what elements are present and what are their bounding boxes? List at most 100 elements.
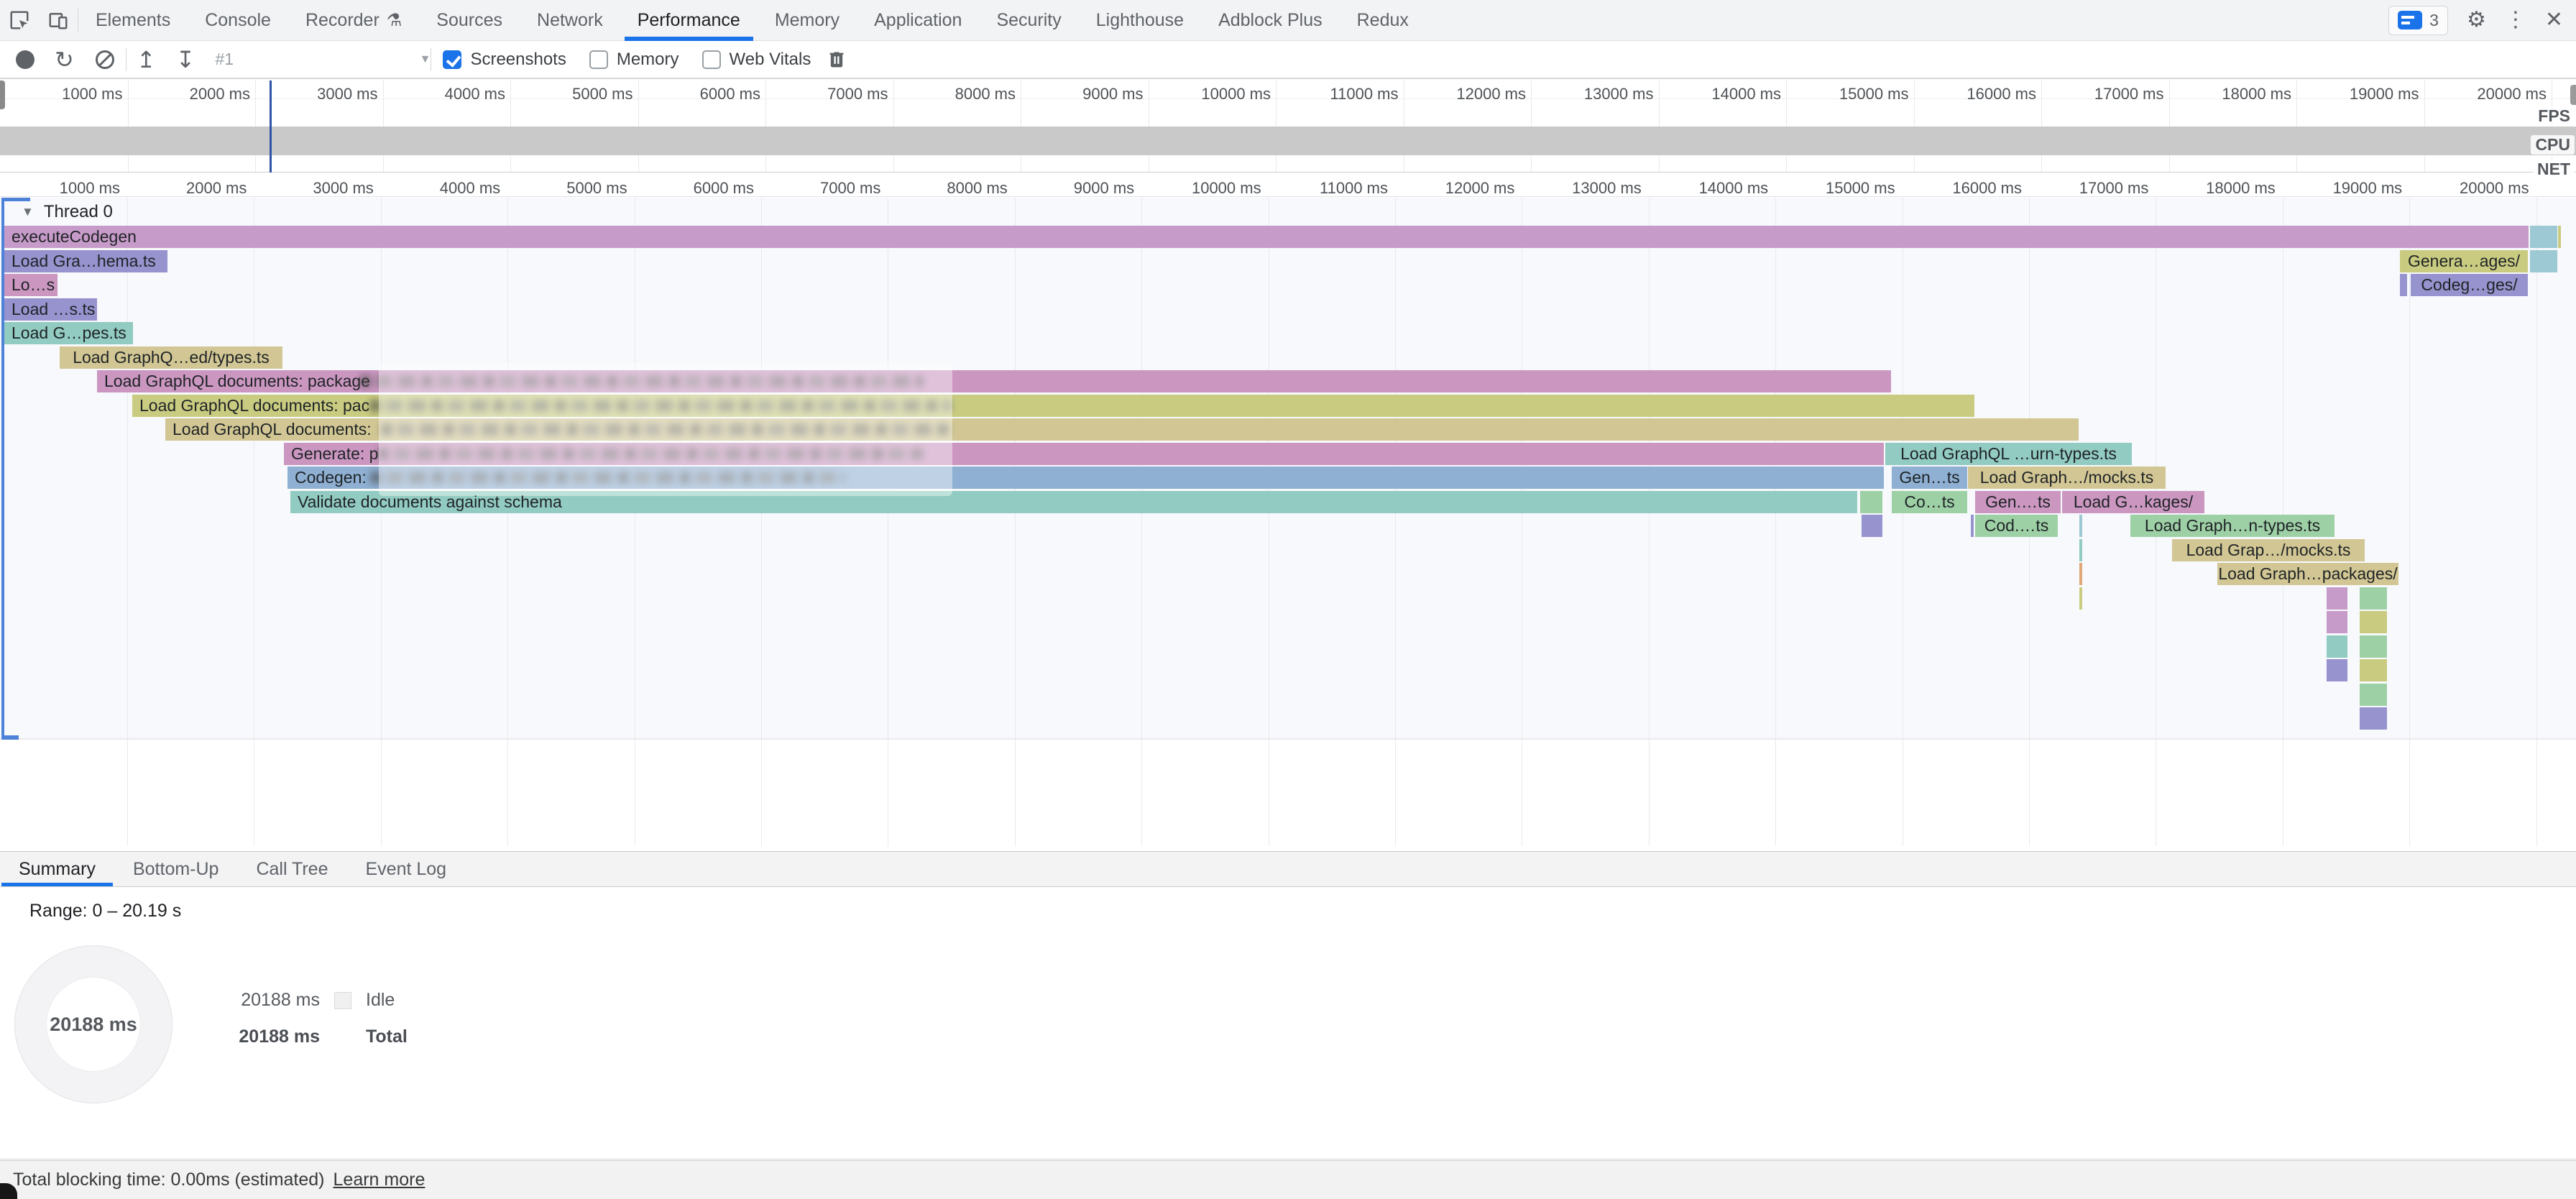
issues-button[interactable]: 3 xyxy=(2388,6,2448,35)
lane-label-fps: FPS xyxy=(2534,106,2575,126)
flame-bar-load-g-pes-ts[interactable]: Load G…pes.ts xyxy=(4,322,133,344)
flame-bar[interactable] xyxy=(2327,587,2347,610)
timeline-overview[interactable]: 1000 ms2000 ms3000 ms4000 ms5000 ms6000 … xyxy=(0,79,2576,178)
legend-swatch xyxy=(334,992,351,1009)
inspect-element-icon[interactable] xyxy=(0,1,39,40)
close-devtools-icon[interactable]: ✕ xyxy=(2545,9,2563,31)
clear-recording-icon[interactable] xyxy=(96,50,114,69)
flame-bar-load-graphql-documents-package[interactable]: Load GraphQL documents: package xyxy=(97,370,1891,392)
tab-label: Lighthouse xyxy=(1096,10,1184,31)
flame-bar-lo-s[interactable]: Lo…s xyxy=(4,274,58,296)
flame-bar-load-g-kages[interactable]: Load G…kages/ xyxy=(2062,491,2204,513)
tab-label: Redux xyxy=(1357,10,1409,31)
flame-bar-label: Load Graph…n-types.ts xyxy=(2145,516,2320,535)
flame-bar[interactable] xyxy=(2360,684,2387,706)
flask-icon: ⚗ xyxy=(387,10,402,31)
tab-recorder[interactable]: Recorder⚗ xyxy=(288,0,419,41)
flame-bar-cod-ts[interactable]: Cod.…ts xyxy=(1975,515,2058,537)
tab-security[interactable]: Security xyxy=(979,0,1078,41)
flame-bar[interactable] xyxy=(1971,515,1974,537)
details-tab-call-tree[interactable]: Call Tree xyxy=(237,852,346,886)
reload-and-record-icon[interactable]: ↻ xyxy=(55,48,74,71)
flame-bar-codeg-ges[interactable]: Codeg…ges/ xyxy=(2411,274,2528,296)
flame-bar-gen-ts[interactable]: Gen…ts xyxy=(1892,467,1967,489)
tab-console[interactable]: Console xyxy=(188,0,288,41)
flame-bar[interactable] xyxy=(2327,659,2347,681)
load-profile-icon[interactable]: ↥ xyxy=(137,48,156,71)
tab-network[interactable]: Network xyxy=(520,0,620,41)
checkbox-web-vitals[interactable]: Web Vitals xyxy=(702,50,811,70)
flame-bar[interactable] xyxy=(2079,515,2082,537)
overview-tick-label: 10000 ms xyxy=(1127,85,1271,104)
flame-bar-load-graph-n-types-ts[interactable]: Load Graph…n-types.ts xyxy=(2130,515,2334,537)
flame-bar[interactable] xyxy=(2360,635,2387,658)
tab-memory[interactable]: Memory xyxy=(758,0,857,41)
flame-bar-label: Gen.…ts xyxy=(1985,492,2051,511)
flame-bar[interactable] xyxy=(2079,587,2082,610)
overview-window-marker[interactable] xyxy=(270,81,272,173)
tab-redux[interactable]: Redux xyxy=(1340,0,1426,41)
flame-bar-load-s-ts[interactable]: Load …s.ts xyxy=(4,298,97,321)
tab-elements[interactable]: Elements xyxy=(78,0,188,41)
overview-tick-label: 1000 ms xyxy=(0,85,123,104)
flame-bar[interactable] xyxy=(2079,539,2082,561)
details-tab-summary[interactable]: Summary xyxy=(0,852,114,886)
tab-adblock-plus[interactable]: Adblock Plus xyxy=(1201,0,1340,41)
flame-bar-genera-ages[interactable]: Genera…ages/ xyxy=(2400,250,2528,272)
settings-gear-icon[interactable]: ⚙ xyxy=(2467,9,2486,31)
overview-tick-label: 17000 ms xyxy=(2020,85,2164,104)
learn-more-link[interactable]: Learn more xyxy=(334,1170,426,1190)
kebab-menu-icon[interactable]: ⋮ xyxy=(2505,9,2526,31)
memory-checkbox[interactable] xyxy=(589,50,608,69)
save-profile-icon[interactable]: ↧ xyxy=(176,48,196,71)
overview-tick-label: 4000 ms xyxy=(362,85,505,104)
tab-performance[interactable]: Performance xyxy=(620,0,758,41)
flame-bar-executecodegen[interactable]: executeCodegen xyxy=(4,226,2529,248)
flame-bar-load-graph-mocks-ts[interactable]: Load Graph…/mocks.ts xyxy=(1968,467,2166,489)
flame-bar[interactable] xyxy=(2079,563,2082,585)
checkbox-memory[interactable]: Memory xyxy=(589,50,679,70)
flame-bar[interactable] xyxy=(2400,274,2407,296)
checkbox-screenshots[interactable]: Screenshots xyxy=(443,50,566,70)
flame-bar[interactable] xyxy=(2360,659,2387,681)
details-tab-event-log[interactable]: Event Log xyxy=(347,852,466,886)
flamechart-area[interactable]: ▼ Thread 0 executeCodegenLoad Gra…hema.t… xyxy=(0,198,2576,846)
tab-lighthouse[interactable]: Lighthouse xyxy=(1079,0,1201,41)
garbage-collect-icon[interactable] xyxy=(827,49,847,70)
flame-bar-load-gra-hema-ts[interactable]: Load Gra…hema.ts xyxy=(4,250,167,272)
record-button[interactable] xyxy=(16,50,34,69)
flame-bar-label: Co…ts xyxy=(1904,492,1954,511)
overview-right-handle[interactable] xyxy=(2570,85,2576,105)
device-toolbar-icon[interactable] xyxy=(39,1,78,40)
flame-bar-load-grap-mocks-ts[interactable]: Load Grap…/mocks.ts xyxy=(2172,539,2365,561)
flame-bar[interactable] xyxy=(2360,611,2387,633)
flame-bar[interactable] xyxy=(2360,587,2387,610)
flame-bar[interactable] xyxy=(2327,611,2347,633)
flame-bar[interactable] xyxy=(2530,226,2557,248)
overview-tick-label: 16000 ms xyxy=(1892,85,2036,104)
flame-bar[interactable] xyxy=(1862,515,1882,537)
flame-bar[interactable] xyxy=(2360,707,2387,730)
flame-bar-load-graph-packages[interactable]: Load Graph…packages/ xyxy=(2217,563,2398,585)
flame-bar[interactable] xyxy=(2558,226,2561,248)
flamechart-gridline xyxy=(127,198,128,846)
thread-header[interactable]: ▼ Thread 0 xyxy=(22,202,113,222)
overview-left-handle[interactable] xyxy=(0,81,5,109)
total-blocking-time-text: Total blocking time: 0.00ms (estimated) xyxy=(13,1170,325,1190)
details-tab-bottom-up[interactable]: Bottom-Up xyxy=(114,852,237,886)
flame-bar[interactable] xyxy=(2327,635,2347,658)
tab-application[interactable]: Application xyxy=(857,0,979,41)
screenshots-checkbox[interactable] xyxy=(443,50,461,69)
tab-sources[interactable]: Sources xyxy=(419,0,520,41)
legend-row-total: 20188 msTotal xyxy=(230,1026,408,1047)
web-vitals-checkbox[interactable] xyxy=(702,50,721,69)
tab-label: Network xyxy=(537,10,603,31)
profile-history-select[interactable]: #1 ▼ xyxy=(215,50,431,69)
overview-tick-label: 5000 ms xyxy=(489,85,633,104)
flame-bar-load-graphq-ed-types-ts[interactable]: Load GraphQ…ed/types.ts xyxy=(60,346,282,369)
flame-bar[interactable] xyxy=(1860,491,1882,513)
flame-bar-co-ts[interactable]: Co…ts xyxy=(1892,491,1967,513)
flame-bar-gen-ts[interactable]: Gen.…ts xyxy=(1975,491,2061,513)
flame-bar[interactable] xyxy=(2530,250,2557,272)
flame-bar-load-graphql-urn-types-ts[interactable]: Load GraphQL …urn-types.ts xyxy=(1885,443,2132,465)
